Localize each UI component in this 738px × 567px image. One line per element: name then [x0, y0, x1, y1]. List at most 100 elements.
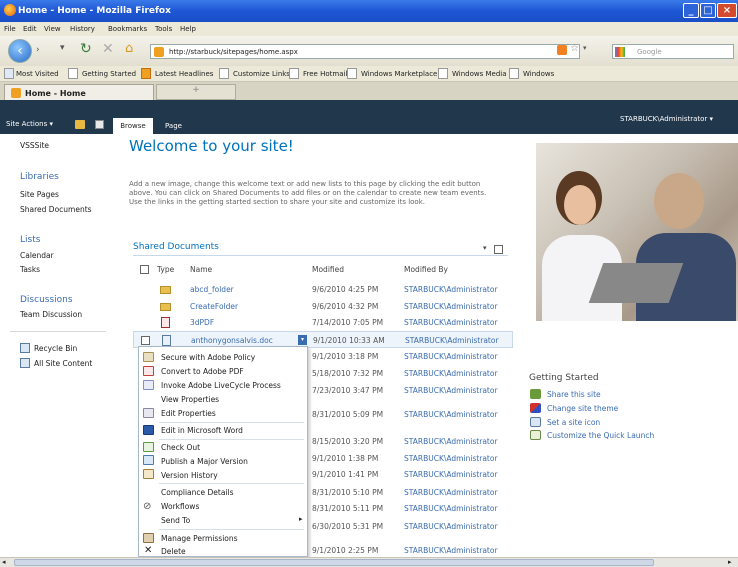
table-row[interactable]: abcd_folder 9/6/2010 4:25 PM STARBUCK\Admi…	[133, 281, 513, 298]
menu-check-out[interactable]: Check Out	[161, 443, 200, 452]
menu-file[interactable]: File	[4, 25, 16, 33]
tab-page[interactable]: Page	[165, 122, 182, 130]
bookmark-free-hotmail[interactable]: Free Hotmail	[303, 70, 347, 78]
nav-calendar[interactable]: Calendar	[20, 251, 54, 260]
nav-recycle-bin[interactable]: Recycle Bin	[34, 344, 77, 353]
nav-tasks[interactable]: Tasks	[20, 265, 40, 274]
doc-modified-by[interactable]: STARBUCK\Administrator	[404, 522, 498, 531]
column-modified[interactable]: Modified	[312, 265, 344, 274]
star-icon[interactable]: ☆	[570, 43, 579, 54]
menu-compliance-details[interactable]: Compliance Details	[161, 488, 234, 497]
webpart-menu-icon[interactable]: ▾	[483, 244, 487, 252]
doc-modified-by[interactable]: STARBUCK\Administrator	[404, 410, 498, 419]
menu-delete[interactable]: Delete	[161, 547, 186, 556]
horizontal-scrollbar[interactable]: ◂ ▸	[0, 557, 738, 567]
nav-libraries-heading[interactable]: Libraries	[20, 172, 59, 182]
bookmark-latest-headlines[interactable]: Latest Headlines	[155, 70, 213, 78]
url-bar[interactable]: http://starbuck/sitepages/home.aspx	[150, 44, 580, 59]
nav-site-pages[interactable]: Site Pages	[20, 190, 59, 199]
table-row[interactable]: CreateFolder 9/6/2010 4:32 PM STARBUCK\Adm…	[133, 298, 513, 315]
navigate-up-icon[interactable]	[75, 120, 85, 129]
search-input[interactable]: Google	[612, 44, 734, 59]
row-checkbox[interactable]	[141, 336, 150, 345]
menu-send-to[interactable]: Send To	[161, 516, 190, 525]
nav-all-site-content[interactable]: All Site Content	[34, 359, 92, 368]
stop-icon[interactable]: ✕	[102, 41, 114, 57]
doc-modified-by[interactable]: STARBUCK\Administrator	[404, 454, 498, 463]
item-menu-dropdown[interactable]: ▾	[298, 335, 307, 345]
webpart-select-checkbox[interactable]	[494, 245, 503, 254]
column-type[interactable]: Type	[157, 265, 174, 274]
menu-history[interactable]: History	[70, 25, 95, 33]
site-actions-menu[interactable]: Site Actions ▾	[6, 120, 53, 128]
menu-tools[interactable]: Tools	[155, 25, 172, 33]
doc-modified-by[interactable]: STARBUCK\Administrator	[404, 285, 498, 294]
menu-edit-properties[interactable]: Edit Properties	[161, 409, 216, 418]
doc-name[interactable]: CreateFolder	[190, 302, 238, 311]
tab-home[interactable]: Home - Home	[4, 84, 154, 100]
link-change-theme[interactable]: Change site theme	[547, 404, 618, 413]
back-button[interactable]: ‹	[8, 39, 32, 63]
rss-icon[interactable]	[557, 45, 567, 55]
maximize-button[interactable]: □	[700, 3, 716, 18]
link-customize-quick-launch[interactable]: Customize the Quick Launch	[547, 431, 654, 440]
doc-modified-by[interactable]: STARBUCK\Administrator	[404, 546, 498, 555]
doc-modified-by[interactable]: STARBUCK\Administrator	[404, 318, 498, 327]
doc-modified-by[interactable]: STARBUCK\Administrator	[404, 302, 498, 311]
menu-bookmarks[interactable]: Bookmarks	[108, 25, 147, 33]
doc-modified-by[interactable]: STARBUCK\Administrator	[404, 488, 498, 497]
menu-secure-adobe-policy[interactable]: Secure with Adobe Policy	[161, 353, 255, 362]
doc-modified-by[interactable]: STARBUCK\Administrator	[405, 336, 499, 345]
table-row[interactable]: 3dPDF 7/14/2010 7:05 PM STARBUCK\Administr…	[133, 314, 513, 331]
history-dropdown-icon[interactable]: ▾	[583, 44, 587, 52]
menu-version-history[interactable]: Version History	[161, 471, 218, 480]
menu-manage-permissions[interactable]: Manage Permissions	[161, 534, 238, 543]
edit-page-icon[interactable]	[95, 120, 104, 129]
nav-lists-heading[interactable]: Lists	[20, 235, 40, 245]
scroll-right-icon[interactable]: ▸	[728, 558, 732, 566]
nav-vsssite[interactable]: VSSSite	[20, 141, 49, 150]
select-all-checkbox[interactable]	[140, 265, 149, 274]
minimize-button[interactable]: _	[683, 3, 699, 18]
doc-modified-by[interactable]: STARBUCK\Administrator	[404, 386, 498, 395]
doc-modified-by[interactable]: STARBUCK\Administrator	[404, 369, 498, 378]
new-tab-button[interactable]: +	[156, 84, 236, 100]
home-icon[interactable]: ⌂	[125, 41, 133, 56]
menu-help[interactable]: Help	[180, 25, 196, 33]
doc-name[interactable]: abcd_folder	[190, 285, 234, 294]
scrollbar-thumb[interactable]	[14, 559, 654, 566]
column-name[interactable]: Name	[190, 265, 212, 274]
menu-publish-major[interactable]: Publish a Major Version	[161, 457, 248, 466]
link-share-site[interactable]: Share this site	[547, 390, 601, 399]
bookmark-customize-links[interactable]: Customize Links	[233, 70, 290, 78]
bookmark-windows-marketplace[interactable]: Windows Marketplace	[361, 70, 437, 78]
bookmark-getting-started[interactable]: Getting Started	[82, 70, 136, 78]
menu-view[interactable]: View	[44, 25, 61, 33]
menu-convert-to-pdf[interactable]: Convert to Adobe PDF	[161, 367, 244, 376]
bookmark-windows[interactable]: Windows	[523, 70, 554, 78]
menu-workflows[interactable]: Workflows	[161, 502, 199, 511]
nav-shared-documents[interactable]: Shared Documents	[20, 205, 92, 214]
dropdown-icon[interactable]: ▾	[60, 43, 65, 53]
tab-browse[interactable]: Browse	[113, 118, 153, 134]
forward-icon[interactable]: ›	[36, 45, 40, 55]
doc-name[interactable]: anthonygonsalvis.doc	[191, 336, 273, 345]
user-menu[interactable]: STARBUCK\Administrator ▾	[620, 115, 713, 123]
bookmark-most-visited[interactable]: Most Visited	[16, 70, 59, 78]
menu-invoke-livecycle[interactable]: Invoke Adobe LiveCycle Process	[161, 381, 281, 390]
nav-team-discussion[interactable]: Team Discussion	[20, 310, 82, 319]
close-button[interactable]: ×	[717, 3, 737, 18]
shared-documents-heading[interactable]: Shared Documents	[133, 242, 219, 252]
menu-view-properties[interactable]: View Properties	[161, 395, 219, 404]
column-modified-by[interactable]: Modified By	[404, 265, 448, 274]
doc-modified-by[interactable]: STARBUCK\Administrator	[404, 437, 498, 446]
nav-discussions-heading[interactable]: Discussions	[20, 295, 73, 305]
scroll-left-icon[interactable]: ◂	[2, 558, 6, 566]
doc-name[interactable]: 3dPDF	[190, 318, 214, 327]
doc-modified-by[interactable]: STARBUCK\Administrator	[404, 470, 498, 479]
link-set-site-icon[interactable]: Set a site icon	[547, 418, 600, 427]
reload-icon[interactable]: ↻	[80, 41, 92, 57]
menu-edit-in-word[interactable]: Edit in Microsoft Word	[161, 426, 243, 435]
doc-modified-by[interactable]: STARBUCK\Administrator	[404, 504, 498, 513]
doc-modified-by[interactable]: STARBUCK\Administrator	[404, 352, 498, 361]
